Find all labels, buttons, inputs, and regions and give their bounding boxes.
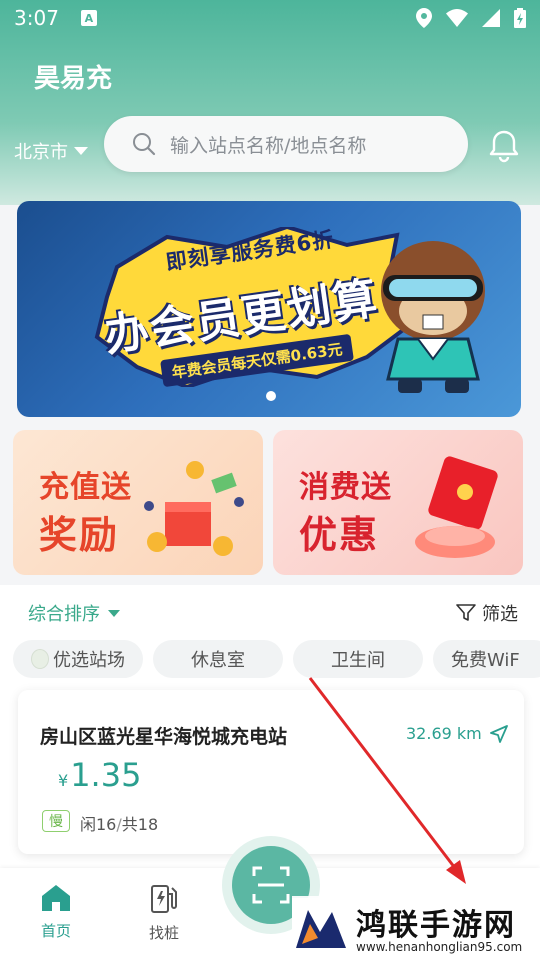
free-count: 闲16: [80, 815, 117, 834]
notification-icon: A: [80, 10, 97, 26]
total-count: 共18: [121, 815, 159, 834]
filter-icon: [456, 604, 476, 621]
red-envelope-illustration: [415, 456, 498, 558]
filter-label: 筛选: [482, 604, 518, 625]
tag-chips: 优选站场 休息室 卫生间 免费WiF: [13, 640, 540, 678]
wifi-icon: [446, 9, 468, 27]
chevron-down-icon: [74, 147, 88, 155]
watermark-text: 鸿联手游网: [356, 908, 516, 943]
search-bar[interactable]: 输入站点名称/地点名称: [104, 116, 468, 172]
chip-label: 免费WiF: [451, 650, 520, 671]
distance-value: 32.69 km: [406, 724, 482, 743]
bell-icon[interactable]: [486, 128, 522, 164]
home-icon: [42, 885, 70, 911]
carousel-indicator: [266, 391, 276, 401]
station-card[interactable]: 房山区蓝光星华海悦城充电站 32.69 km ¥ 1.35 慢 闲16/共18: [18, 690, 524, 854]
promo-banner[interactable]: 即刻享服务费6折 办会员更划算 年费会员每天仅需0.63元: [17, 201, 521, 417]
currency-symbol: ¥: [58, 771, 69, 790]
chip-label: 优选站场: [53, 650, 125, 671]
promo-recharge-line2: 奖励: [39, 513, 120, 557]
promo-consume-line1: 消费送: [299, 470, 392, 505]
charger-icon: [151, 885, 177, 913]
gift-coins-illustration: [144, 461, 244, 556]
chip-label: 卫生间: [331, 650, 385, 671]
promo-card-consume[interactable]: 消费送 优惠: [273, 430, 523, 575]
sort-dropdown[interactable]: 综合排序: [28, 600, 120, 626]
status-time: 3:07: [14, 6, 59, 30]
promo-card-recharge[interactable]: 充值送 奖励: [13, 430, 263, 575]
location-icon: [416, 8, 432, 28]
chip-lounge[interactable]: 休息室: [153, 640, 283, 678]
price-value: 1.35: [70, 756, 142, 794]
status-bar: 3:07 A: [0, 0, 540, 36]
watermark-logo-icon: [292, 898, 350, 956]
signal-icon: [482, 9, 500, 27]
city-label: 北京市: [14, 142, 68, 163]
battery-icon: [514, 8, 526, 28]
availability: 闲16/共18: [80, 811, 158, 835]
chip-free-wifi[interactable]: 免费WiF: [433, 640, 540, 678]
station-price: ¥ 1.35: [58, 756, 141, 794]
watermark-url: www.henanhonglian95.com: [356, 940, 523, 954]
station-name: 房山区蓝光星华海悦城充电站: [40, 726, 288, 748]
chip-label: 休息室: [191, 650, 245, 671]
promo-recharge-line1: 充值送: [39, 470, 132, 505]
city-selector[interactable]: 北京市: [14, 138, 88, 164]
nav-home[interactable]: 首页: [16, 884, 96, 941]
chevron-down-icon: [108, 609, 120, 617]
nav-find-charger[interactable]: 找桩: [124, 884, 204, 943]
station-distance[interactable]: 32.69 km: [406, 724, 508, 743]
chip-restroom[interactable]: 卫生间: [293, 640, 423, 678]
sort-label: 综合排序: [28, 604, 100, 625]
app-title: 昊易充: [34, 64, 113, 94]
beaver-mascot-illustration: [381, 241, 485, 393]
badge-icon: [31, 649, 49, 669]
chip-preferred-station[interactable]: 优选站场: [13, 640, 143, 678]
filter-button[interactable]: 筛选: [456, 600, 518, 626]
navigation-arrow-icon: [489, 724, 508, 743]
watermark: 鸿联手游网 www.henanhonglian95.com: [292, 896, 532, 958]
search-input[interactable]: 输入站点名称/地点名称: [170, 131, 366, 158]
nav-home-label: 首页: [40, 922, 71, 940]
slow-charge-tag: 慢: [42, 810, 70, 832]
promo-consume-line2: 优惠: [299, 513, 380, 557]
nav-charger-label: 找桩: [148, 924, 179, 942]
search-icon: [133, 133, 156, 156]
